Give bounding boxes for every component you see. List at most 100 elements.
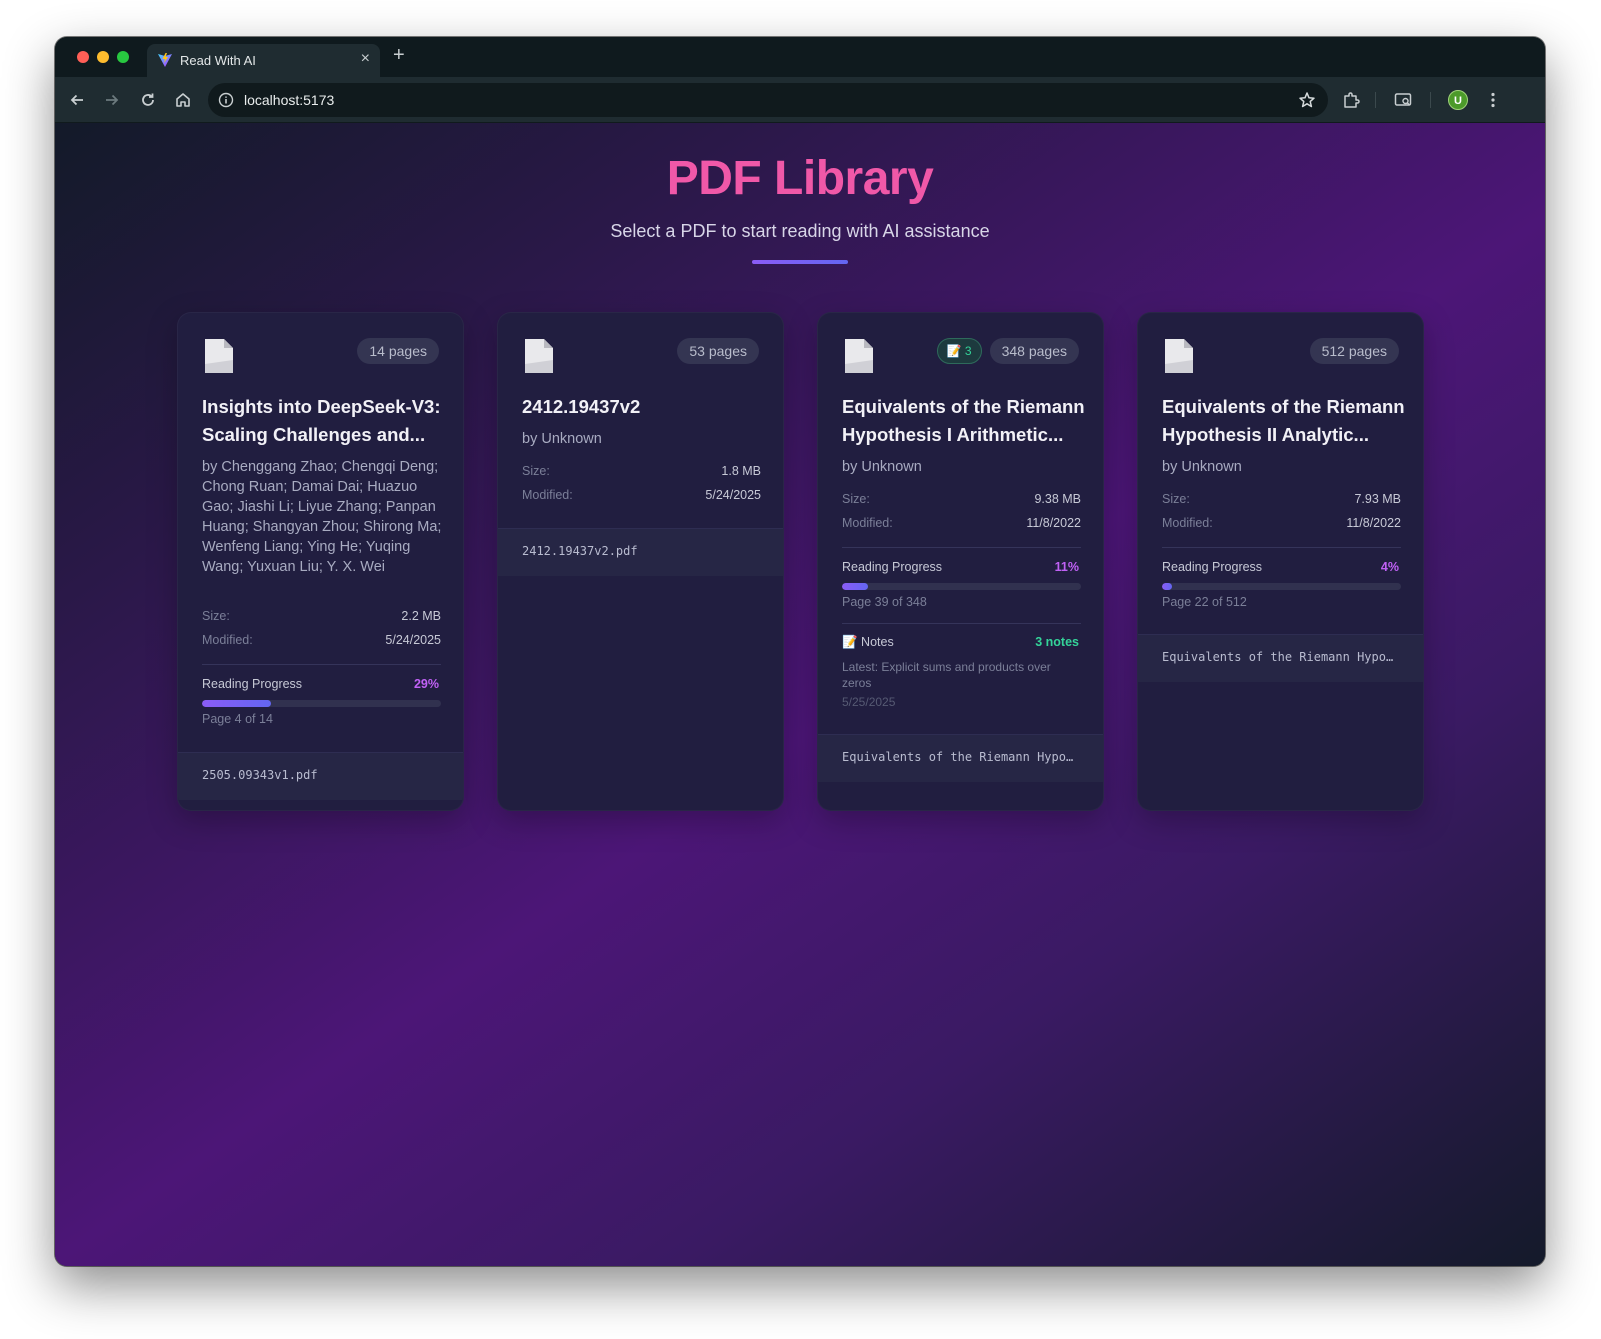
close-window-button[interactable] <box>77 51 89 63</box>
reading-progress-label: Reading Progress <box>1162 560 1263 574</box>
card-footer: 2505.09343v1.pdf <box>178 752 463 800</box>
modified-label: Modified: <box>522 488 573 502</box>
modified-value: 11/8/2022 <box>1026 516 1081 530</box>
filename: Equivalents of the Riemann Hypo… <box>842 750 1074 764</box>
reading-progress-label: Reading Progress <box>842 560 943 574</box>
divider <box>842 623 1081 624</box>
tab-title: Read With AI <box>180 53 256 68</box>
kebab-menu-icon[interactable] <box>1483 90 1503 110</box>
filename: 2505.09343v1.pdf <box>202 768 318 782</box>
vite-favicon-icon <box>158 53 172 67</box>
bookmark-star-icon[interactable] <box>1298 91 1316 109</box>
pdf-card[interactable]: 512 pages Equivalents of the Riemann Hyp… <box>1137 312 1424 811</box>
new-tab-button[interactable]: + <box>393 44 405 67</box>
card-badges: 512 pages <box>1309 338 1399 364</box>
reading-progress-percent: 11% <box>1054 560 1079 574</box>
latest-note-date: 5/25/2025 <box>842 695 896 709</box>
card-footer: Equivalents of the Riemann Hypo… <box>1138 634 1423 682</box>
notes-label: 📝 Notes <box>842 635 894 649</box>
minimize-window-button[interactable] <box>97 51 109 63</box>
browser-tab[interactable]: Read With AI × <box>147 44 380 77</box>
progress-page-text: Page 4 of 14 <box>202 712 273 726</box>
size-value: 9.38 MB <box>1034 492 1081 506</box>
maximize-window-button[interactable] <box>117 51 129 63</box>
reload-icon[interactable] <box>138 90 158 110</box>
address-bar[interactable]: localhost:5173 <box>208 83 1328 117</box>
pdf-card[interactable]: 53 pages 2412.19437v2 by Unknown Size: 1… <box>497 312 784 811</box>
document-icon <box>845 339 873 373</box>
document-icon <box>205 339 233 373</box>
tab-bar: Read With AI × + <box>55 37 1545 77</box>
extensions-puzzle-icon[interactable] <box>1341 90 1361 110</box>
size-label: Size: <box>1162 492 1190 506</box>
card-badges: 📝 3 348 pages <box>936 338 1079 364</box>
pages-badge: 14 pages <box>357 338 439 364</box>
filename: Equivalents of the Riemann Hypo… <box>1162 650 1394 664</box>
modified-row: Modified: 5/24/2025 <box>522 488 761 506</box>
pdf-card[interactable]: 📝 3 348 pages Equivalents of the Riemann… <box>817 312 1104 811</box>
progress-bar-fill <box>842 583 869 590</box>
size-row: Size: 9.38 MB <box>842 492 1081 510</box>
modified-row: Modified: 11/8/2022 <box>1162 516 1401 534</box>
card-title: 2412.19437v2 <box>522 396 641 417</box>
browser-window: Read With AI × + localhost:5173 U PDF Li… <box>55 37 1545 1266</box>
progress-bar <box>1162 583 1401 590</box>
card-badges: 14 pages <box>357 338 439 364</box>
modified-label: Modified: <box>1162 516 1213 530</box>
modified-row: Modified: 5/24/2025 <box>202 633 441 651</box>
pages-badge: 512 pages <box>1309 338 1399 364</box>
toolbar-separator <box>1375 92 1376 108</box>
title-underline <box>752 260 848 264</box>
pdf-card[interactable]: 14 pages Insights into DeepSeek-V3: Scal… <box>177 312 464 811</box>
forward-arrow-icon[interactable] <box>102 90 122 110</box>
divider <box>202 664 441 665</box>
size-row: Size: 7.93 MB <box>1162 492 1401 510</box>
card-author: by Chenggang Zhao; Chengqi Deng; Chong R… <box>202 459 442 575</box>
progress-bar <box>202 700 441 707</box>
page-title: PDF Library <box>666 152 934 205</box>
progress-bar-fill <box>1162 583 1172 590</box>
modified-value: 5/24/2025 <box>385 633 441 647</box>
page-viewport: PDF Library Select a PDF to start readin… <box>55 123 1545 1266</box>
divider <box>1162 547 1401 548</box>
size-value: 1.8 MB <box>721 464 761 478</box>
reading-progress-percent: 29% <box>413 677 439 691</box>
back-arrow-icon[interactable] <box>67 90 87 110</box>
latest-note: Latest: Explicit sums and products over … <box>842 660 1051 690</box>
size-label: Size: <box>522 464 550 478</box>
tab-close-icon[interactable]: × <box>361 50 370 68</box>
cast-search-icon[interactable] <box>1393 90 1413 110</box>
card-badges: 53 pages <box>677 338 759 364</box>
size-label: Size: <box>842 492 870 506</box>
modified-value: 11/8/2022 <box>1346 516 1401 530</box>
progress-bar <box>842 583 1081 590</box>
progress-bar-fill <box>202 700 272 707</box>
reading-progress-label: Reading Progress <box>202 677 303 691</box>
card-author: by Unknown <box>842 459 922 475</box>
size-value: 7.93 MB <box>1354 492 1401 506</box>
notes-count: 3 notes <box>1035 635 1079 649</box>
modified-value: 5/24/2025 <box>705 488 761 502</box>
site-info-icon[interactable] <box>218 92 234 108</box>
browser-toolbar: localhost:5173 U <box>55 77 1545 123</box>
progress-page-text: Page 22 of 512 <box>1162 595 1247 609</box>
document-icon <box>1165 339 1193 373</box>
home-icon[interactable] <box>173 90 193 110</box>
modified-label: Modified: <box>842 516 893 530</box>
card-title: Insights into DeepSeek-V3: Scaling Chall… <box>202 396 441 445</box>
card-title: Equivalents of the Riemann Hypothesis I … <box>842 396 1085 445</box>
progress-page-text: Page 39 of 348 <box>842 595 927 609</box>
size-label: Size: <box>202 609 230 623</box>
card-author: by Unknown <box>522 431 602 447</box>
size-row: Size: 2.2 MB <box>202 609 441 627</box>
divider <box>842 547 1081 548</box>
url-text[interactable]: localhost:5173 <box>244 92 334 108</box>
reading-progress-percent: 4% <box>1380 560 1399 574</box>
card-author: by Unknown <box>1162 459 1242 475</box>
card-footer: 2412.19437v2.pdf <box>498 528 783 576</box>
document-icon <box>525 339 553 373</box>
size-value: 2.2 MB <box>401 609 441 623</box>
profile-avatar[interactable]: U <box>1448 90 1468 110</box>
pages-badge: 348 pages <box>989 338 1079 364</box>
filename: 2412.19437v2.pdf <box>522 544 638 558</box>
